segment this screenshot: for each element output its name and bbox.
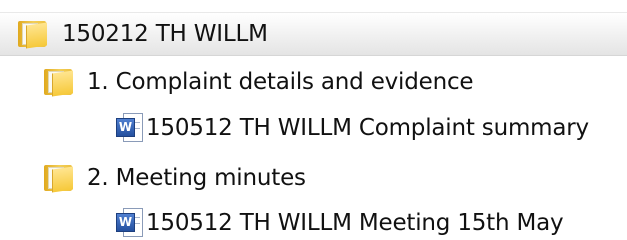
word-document-icon: W [116,113,144,143]
folder-icon [44,69,73,97]
tree-item-folder-meeting-minutes[interactable]: 2. Meeting minutes [0,158,627,198]
folder-tree: 150212 TH WILLM 1. Complaint details and… [0,0,627,240]
tree-item-folder-complaint-details[interactable]: 1. Complaint details and evidence [0,62,627,102]
folder-icon [18,21,47,49]
word-document-icon: W [116,208,144,238]
tree-item-label: 2. Meeting minutes [87,165,306,191]
tree-item-label: 1. Complaint details and evidence [87,69,474,95]
tree-item-root-folder[interactable]: 150212 TH WILLM [0,12,627,56]
tree-item-label: 150512 TH WILLM Complaint summary [146,115,589,141]
tree-item-file-meeting-15th-may[interactable]: W 150512 TH WILLM Meeting 15th May [0,203,627,240]
tree-item-label: 150512 TH WILLM Meeting 15th May [146,210,564,236]
tree-item-file-complaint-summary[interactable]: W 150512 TH WILLM Complaint summary [0,108,627,148]
folder-icon [44,165,73,193]
tree-item-label: 150212 TH WILLM [62,21,268,47]
